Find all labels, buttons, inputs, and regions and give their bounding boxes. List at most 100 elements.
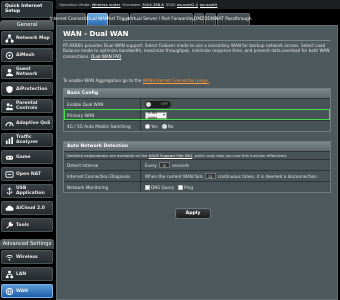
auto-detection-header: Auto Network Detection <box>64 142 330 151</box>
sidebar-item-guest-network[interactable]: Guest Network <box>1 65 53 79</box>
network-monitoring-row: Network Monitoring DNS Query Ping <box>64 181 330 192</box>
general-header: General <box>0 20 54 30</box>
toggle-state-text: OFF <box>161 102 168 106</box>
detect-interval-input[interactable]: 5 <box>158 162 170 168</box>
firmware-value[interactable]: 3004.388.6 <box>142 2 164 7</box>
sidebar-item-label: LAN <box>16 271 27 277</box>
ssid-label: SSID: <box>165 2 177 7</box>
tab-nat-passthrough[interactable]: NAT Passthrough <box>215 13 252 25</box>
sidebar-item-traffic-analyzer[interactable]: Traffic Analyzer <box>1 133 53 147</box>
network-map-icon <box>4 33 14 43</box>
primary-wan-select[interactable]: 2.5G WAN <box>145 110 167 120</box>
page-title: WAN - Dual WAN <box>63 30 129 38</box>
sidebar-item-label: Adaptive QoS <box>16 120 51 126</box>
sidebar-item-label: Traffic Analyzer <box>16 135 39 145</box>
wan-icon <box>4 286 14 296</box>
sidebar-item-parental-controls[interactable]: Parental Controls <box>1 99 53 113</box>
sidebar-item-usb-application[interactable]: USB Application <box>1 184 53 198</box>
sidebar-item-label: Guest Network <box>16 67 38 77</box>
ping-label: Ping <box>184 184 193 190</box>
advanced-settings-header: Advanced Settings <box>0 239 54 249</box>
op-mode-label: Operation Mode: <box>59 2 91 7</box>
enable-dual-wan-toggle[interactable]: OFF <box>145 100 171 108</box>
firmware-label: Firmware: <box>122 2 142 7</box>
note-prefix: Detailed explanations are available on t… <box>67 153 148 158</box>
sidebar-item-adaptive-qos[interactable]: Adaptive QoS <box>1 116 53 130</box>
aimesh-icon <box>4 50 14 60</box>
sidebar-item-open-nat[interactable]: Open NAT <box>1 167 53 181</box>
mobile-switching-row: 4G / 5G Auto Mobile Switching Yes No <box>64 120 330 131</box>
network-monitoring-label: Network Monitoring <box>67 184 109 190</box>
wireless-icon <box>4 252 14 262</box>
open-nat-icon <box>4 169 14 179</box>
sidebar-item-lan[interactable]: LAN <box>1 267 53 281</box>
sidebar-item-label: USB Application <box>16 186 45 196</box>
asus-support-faq-link[interactable]: ASUS Support Site FAQ <box>149 153 192 158</box>
sidebar-item-label: WAN <box>16 288 29 294</box>
ping-checkbox[interactable] <box>178 184 184 190</box>
title-divider <box>63 40 331 41</box>
mobile-switching-yes-radio[interactable] <box>145 123 150 129</box>
sidebar: Quick Internet Setup General Network Map… <box>0 0 54 300</box>
sidebar-item-tools[interactable]: Tools <box>1 218 53 232</box>
tab-ddns[interactable]: DDNS <box>204 13 217 25</box>
sidebar-item-aimesh[interactable]: AiMesh <box>1 48 53 62</box>
aicloud-icon <box>4 203 14 213</box>
diagnosis-row: Internet Connection Diagnosis When the c… <box>64 170 330 181</box>
enable-dual-wan-label: Enable Dual WAN <box>67 101 104 107</box>
sidebar-item-wan[interactable]: WAN <box>1 284 53 298</box>
diag-suffix: continuous times, it is deemed a disconn… <box>217 173 319 179</box>
seconds-label: seconds <box>171 162 190 168</box>
quick-internet-setup-button[interactable]: Quick Internet Setup <box>1 1 53 18</box>
sidebar-item-label: Network Map <box>16 35 50 41</box>
basic-config-table: Basic Config Enable Dual WAN OFF Primary… <box>63 88 331 132</box>
diagnosis-label: Internet Connection Diagnosis <box>67 173 131 179</box>
primary-wan-label: Primary WAN <box>67 112 95 118</box>
detect-interval-label: Detect Interval <box>67 162 99 168</box>
sidebar-item-game[interactable]: Game <box>1 150 53 164</box>
tab-dmz[interactable]: DMZ <box>194 13 204 25</box>
parental-controls-icon <box>4 101 14 111</box>
detect-interval-row: Detect Interval Every 5 seconds <box>64 159 330 170</box>
sidebar-item-aicloud-2-0[interactable]: AiCloud 2.0 <box>1 201 53 215</box>
wan-internet-connection-link[interactable]: WAN-Internet Connection page. <box>143 78 209 83</box>
diag-count-input[interactable]: 12 <box>204 173 216 179</box>
dns-query-label: DNS Query <box>151 184 175 190</box>
sidebar-item-label: Tools <box>16 222 29 228</box>
mobile-switching-label: 4G / 5G Auto Mobile Switching <box>67 123 131 129</box>
auto-detection-note: Detailed explanations are available on t… <box>64 151 330 159</box>
primary-wan-row: Primary WAN 2.5G WAN <box>64 109 330 120</box>
toggle-knob <box>146 101 151 107</box>
ssid-value-24[interactable]: asusnet2.4 <box>177 2 198 7</box>
tab-port-trigger[interactable]: Port Trigger <box>107 13 131 25</box>
every-label: Every <box>145 162 157 168</box>
sidebar-item-network-map[interactable]: Network Map <box>1 31 53 45</box>
dns-query-checkbox[interactable] <box>145 184 150 190</box>
traffic-analyzer-icon <box>4 135 14 145</box>
tools-icon <box>4 220 14 230</box>
sidebar-item-label: Game <box>16 154 31 160</box>
sidebar-item-label: Wireless <box>16 254 38 260</box>
main-panel: WAN - Dual WAN RT-AX86U provides Dual WA… <box>56 25 338 300</box>
dual-wan-faq-link[interactable]: Dual WAN FAQ <box>91 54 121 59</box>
note-suffix: , which may help you use this function e… <box>192 153 288 158</box>
sidebar-item-label: AiProtection <box>16 86 48 92</box>
apply-button[interactable]: Apply <box>175 208 211 219</box>
tab-dual-wan[interactable]: Dual WAN <box>87 13 108 25</box>
page-description: RT-AX86U provides Dual WAN support. Sele… <box>63 43 331 59</box>
ssid-value-5[interactable]: asusnet5 <box>200 2 217 7</box>
sidebar-item-wireless[interactable]: Wireless <box>1 250 53 264</box>
enable-dual-wan-row: Enable Dual WAN OFF <box>64 98 330 109</box>
tab-bar: Internet Connection Dual WAN Port Trigger V… <box>50 13 340 25</box>
tab-virtual-server-port-forwarding[interactable]: Virtual Server / Port Forwarding <box>128 13 195 25</box>
sidebar-item-label: Open NAT <box>16 171 41 177</box>
enable-note-text: To enable WAN Aggregation go to the <box>63 78 142 83</box>
diag-prefix: When the current WAN fails <box>145 173 203 179</box>
yes-label: Yes <box>151 123 158 129</box>
tab-internet-connection[interactable]: Internet Connection <box>50 13 92 25</box>
op-mode-value[interactable]: Wireless router <box>92 2 121 7</box>
sidebar-item-label: AiMesh <box>16 52 35 58</box>
basic-config-header: Basic Config <box>64 89 330 98</box>
mobile-switching-no-radio[interactable] <box>161 123 167 129</box>
sidebar-item-aiprotection[interactable]: AiProtection <box>1 82 53 96</box>
